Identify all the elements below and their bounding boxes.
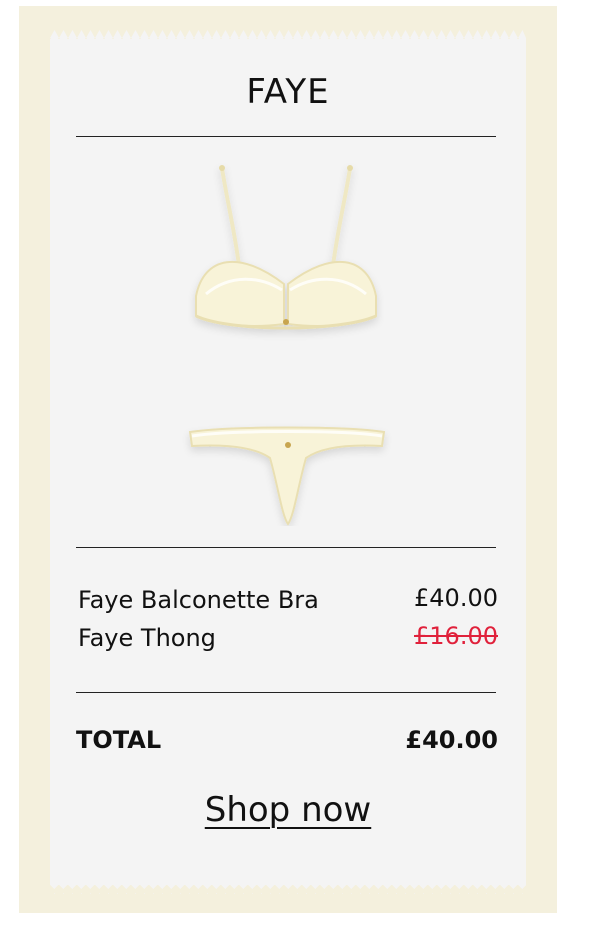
item-name: Faye Balconette Bra bbox=[78, 586, 319, 614]
item-price: £40.00 bbox=[414, 584, 498, 612]
receipt-top-edge bbox=[50, 30, 526, 38]
line-item: Faye Balconette Bra £40.00 bbox=[78, 584, 498, 620]
thong-icon bbox=[188, 426, 386, 526]
receipt-card: FAYE Faye Balconette Bra £40.00 Faye Tho… bbox=[50, 30, 526, 894]
total-label: TOTAL bbox=[76, 726, 162, 754]
item-price-struck: £16.00 bbox=[414, 622, 498, 650]
total-value: £40.00 bbox=[405, 726, 498, 754]
item-name: Faye Thong bbox=[78, 624, 216, 652]
shop-now-link[interactable]: Shop now bbox=[50, 790, 526, 830]
line-item: Faye Thong £16.00 bbox=[78, 622, 498, 658]
lingerie-set-image[interactable] bbox=[170, 156, 406, 526]
bra-icon bbox=[195, 165, 377, 330]
divider-bottom bbox=[76, 692, 496, 693]
page-title: FAYE bbox=[246, 72, 330, 112]
divider-top bbox=[76, 136, 496, 137]
receipt-bottom-edge bbox=[50, 886, 526, 894]
divider-middle bbox=[76, 547, 496, 548]
